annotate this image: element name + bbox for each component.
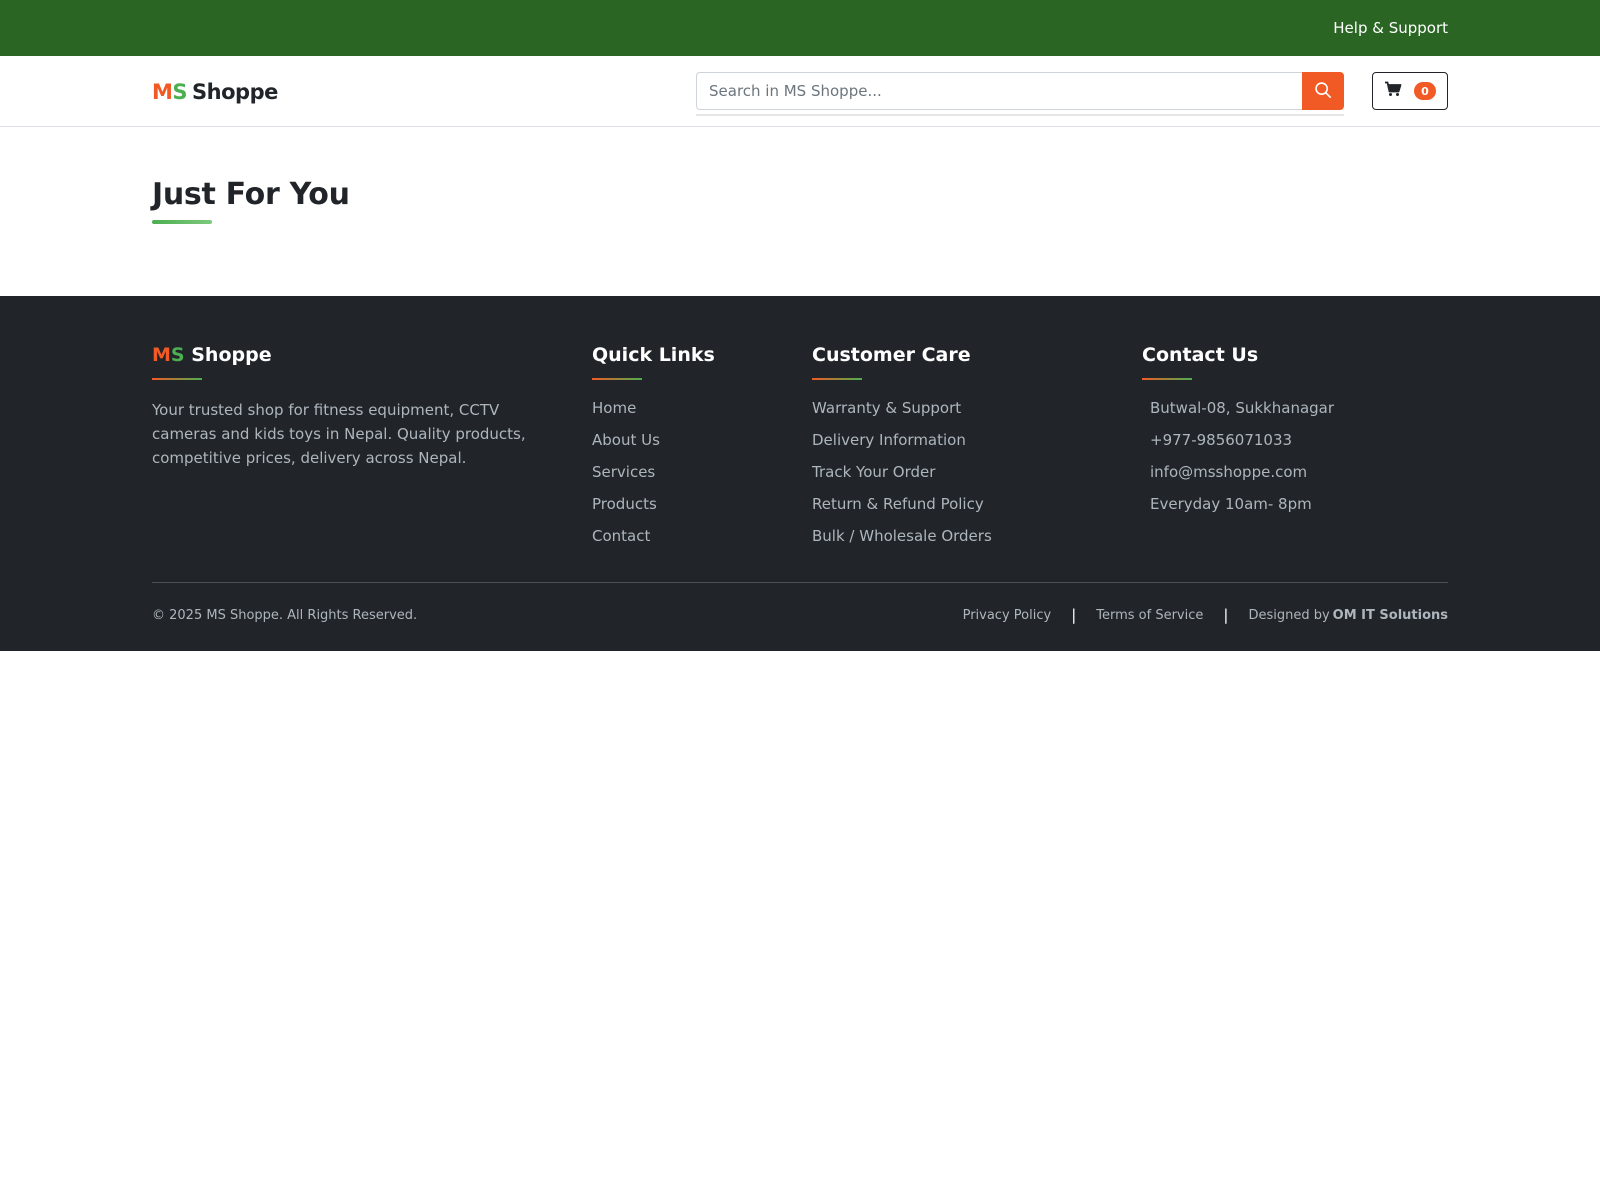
contact-address: Butwal-08, Sukkhanagar	[1150, 399, 1335, 417]
logo-s: S	[172, 79, 188, 104]
separator: |	[1223, 606, 1229, 624]
site-header: MSShoppe 0	[0, 56, 1600, 127]
designed-by-label: Designed by	[1248, 607, 1330, 623]
footer-brand: MS Shoppe	[152, 344, 592, 368]
main-content: Just For You	[0, 127, 1600, 296]
logo-m: M	[152, 79, 173, 104]
footer-contact-column: Contact Us Butwal-08, Sukkhanagar +977-9…	[1142, 344, 1448, 582]
footer-link-contact[interactable]: Contact	[592, 526, 812, 546]
terms-of-service-link[interactable]: Terms of Service	[1096, 608, 1203, 623]
cart-icon	[1384, 81, 1402, 101]
separator: |	[1071, 606, 1077, 624]
search-button[interactable]	[1302, 72, 1344, 110]
top-bar: Help & Support	[0, 0, 1600, 56]
contact-phone[interactable]: +977-9856071033	[1142, 430, 1448, 450]
footer-link-products[interactable]: Products	[592, 494, 812, 514]
contact-heading: Contact Us	[1142, 344, 1259, 366]
site-logo[interactable]: MS Shoppe	[152, 80, 278, 104]
section-title: Just For You	[152, 177, 350, 212]
search-bar	[696, 72, 1344, 116]
footer-link-bulk-orders[interactable]: Bulk / Wholesale Orders	[812, 526, 1142, 546]
customer-care-heading: Customer Care	[812, 344, 971, 366]
footer-about-text: Your trusted shop for fitness equipment,…	[152, 401, 526, 467]
cart-count-badge: 0	[1414, 82, 1436, 100]
help-support-link[interactable]: Help & Support	[1333, 19, 1448, 37]
search-suggestions-dropdown	[696, 114, 1344, 116]
heading-underline	[152, 378, 202, 380]
heading-underline	[1142, 378, 1192, 380]
contact-hours: Everyday 10am- 8pm	[1150, 495, 1312, 513]
footer-bottom-bar: © 2025 MS Shoppe. All Rights Reserved. P…	[152, 583, 1448, 647]
footer-link-about-us[interactable]: About Us	[592, 430, 812, 450]
logo-shoppe: Shoppe	[192, 79, 278, 104]
search-input[interactable]	[696, 72, 1302, 110]
footer-link-track-order[interactable]: Track Your Order	[812, 462, 1142, 482]
site-footer: MS Shoppe Your trusted shop for fitness …	[0, 296, 1600, 651]
heading-underline	[812, 378, 862, 380]
footer-link-home[interactable]: Home	[592, 398, 812, 418]
heading-underline	[592, 378, 642, 380]
footer-quick-links-column: Quick Links Home About Us Services Produ…	[592, 344, 812, 582]
quick-links-heading: Quick Links	[592, 344, 715, 366]
cart-button[interactable]: 0	[1372, 72, 1448, 110]
copyright-text: © 2025 MS Shoppe. All Rights Reserved.	[152, 607, 418, 623]
title-underline	[152, 220, 212, 224]
footer-brand-shoppe: Shoppe	[191, 344, 272, 366]
footer-brand-m: M	[152, 344, 171, 366]
footer-customer-care-column: Customer Care Warranty & Support Deliver…	[812, 344, 1142, 582]
designer-link[interactable]: OM IT Solutions	[1333, 608, 1448, 623]
search-icon	[1314, 81, 1332, 102]
footer-link-warranty[interactable]: Warranty & Support	[812, 398, 1142, 418]
footer-link-services[interactable]: Services	[592, 462, 812, 482]
privacy-policy-link[interactable]: Privacy Policy	[963, 608, 1052, 623]
contact-email[interactable]: info@msshoppe.com	[1142, 462, 1448, 482]
footer-about-column: MS Shoppe Your trusted shop for fitness …	[152, 344, 592, 582]
footer-link-delivery[interactable]: Delivery Information	[812, 430, 1142, 450]
footer-brand-s: S	[170, 344, 185, 366]
footer-link-refund-policy[interactable]: Return & Refund Policy	[812, 494, 1142, 514]
